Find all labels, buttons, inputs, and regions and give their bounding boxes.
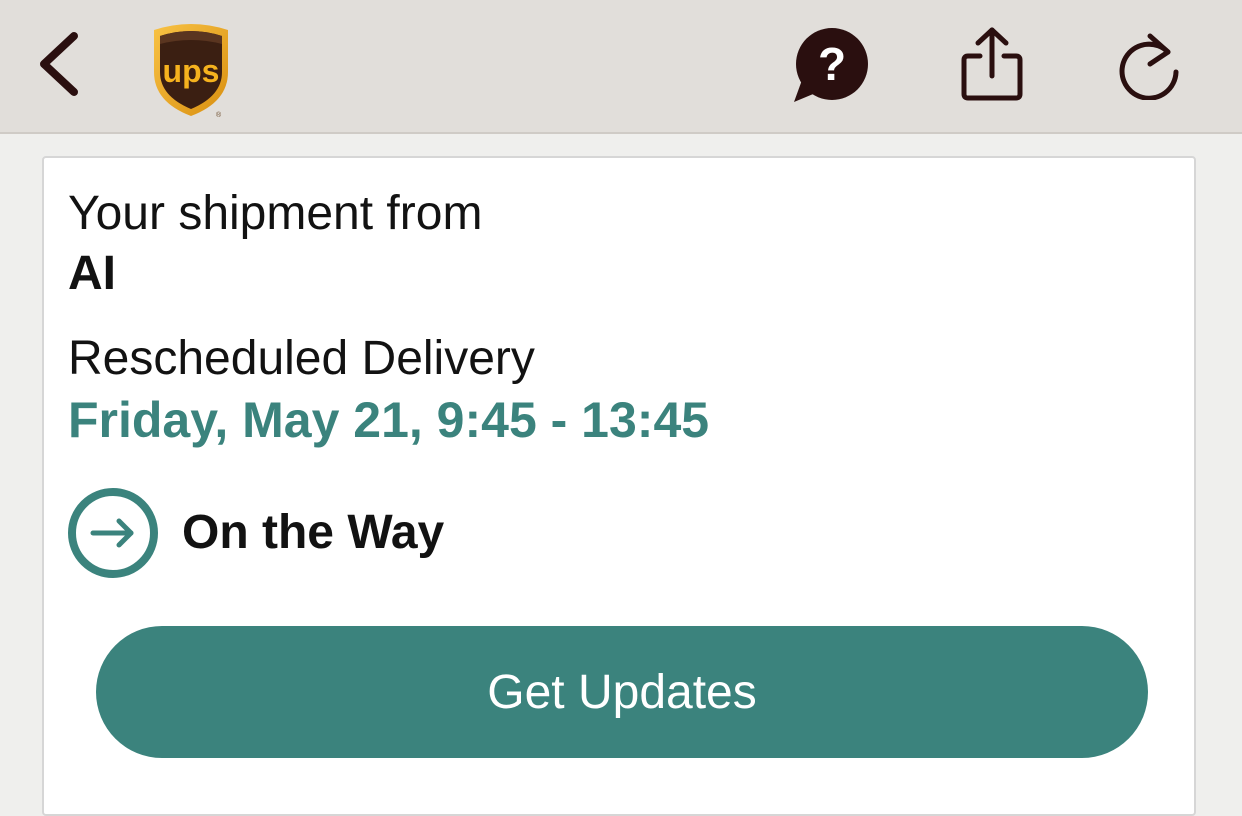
share-icon[interactable] <box>960 26 1024 102</box>
delivery-status-label: Rescheduled Delivery <box>68 332 535 385</box>
svg-text:®: ® <box>216 111 222 118</box>
back-chevron-icon[interactable] <box>30 28 86 100</box>
shipper-name: AI <box>68 247 116 300</box>
delivery-date-window: Friday, May 21, 9:45 - 13:45 <box>68 392 710 448</box>
refresh-icon[interactable] <box>1116 28 1182 101</box>
top-navigation-bar: ups ® ? <box>0 0 1242 134</box>
help-icon[interactable]: ? <box>790 28 870 106</box>
get-updates-button[interactable]: Get Updates <box>96 626 1148 758</box>
shipment-from-label: Your shipment from <box>68 187 483 240</box>
ups-logo: ups ® <box>148 20 234 119</box>
svg-text:?: ? <box>818 38 846 90</box>
shipment-status: On the Way <box>182 506 445 559</box>
arrow-right-circle-icon <box>66 486 160 580</box>
ups-logo-text: ups <box>163 53 220 89</box>
shipment-card: Your shipment from AI Rescheduled Delive… <box>42 156 1196 816</box>
